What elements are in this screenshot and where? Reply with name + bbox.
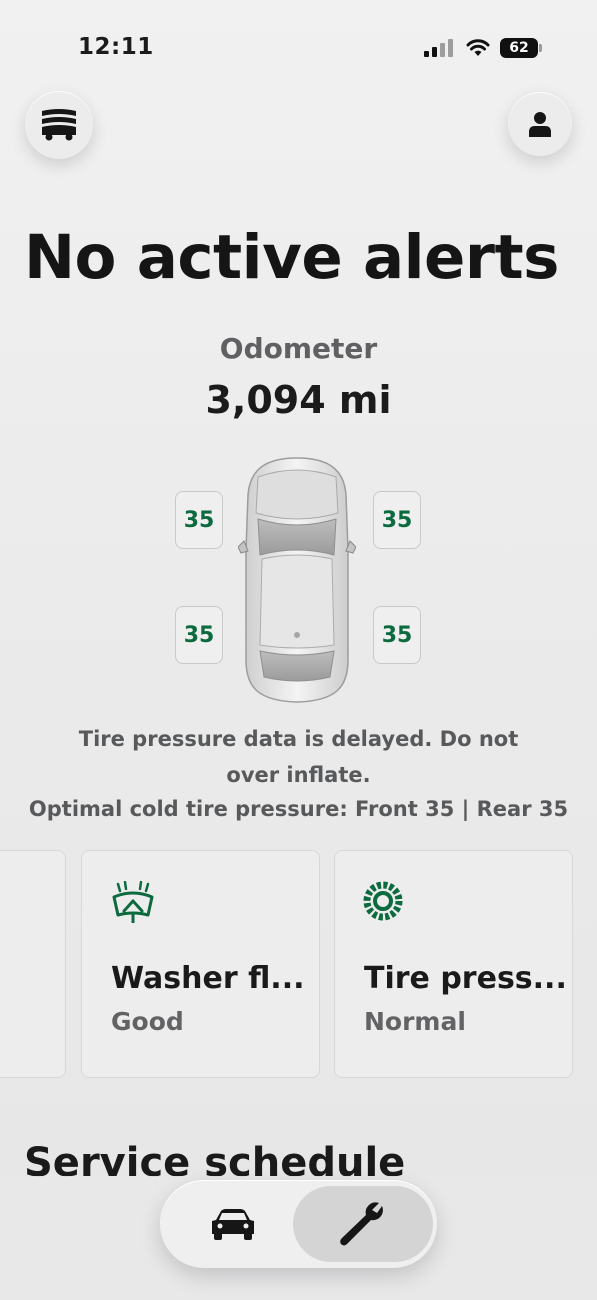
- card-title: Tire press...: [364, 961, 567, 996]
- cellular-signal-icon: [424, 39, 453, 57]
- status-icons: 62: [424, 36, 542, 60]
- windshield-washer-icon: [112, 881, 154, 923]
- person-icon: [529, 112, 551, 137]
- wrench-icon: [340, 1202, 383, 1246]
- car-top-view-image: [238, 457, 356, 703]
- alerts-headline: No active alerts: [24, 222, 559, 293]
- washer-fluid-card[interactable]: Washer fl... Good: [81, 850, 320, 1078]
- tire-notice-line-2: over inflate.: [226, 763, 371, 787]
- card-title: Washer fl...: [111, 961, 305, 996]
- car-icon: [212, 1209, 254, 1240]
- tire-pressure-rear-left: 35: [175, 606, 223, 664]
- optimal-pressure-text: Optimal cold tire pressure: Front 35 | R…: [28, 797, 569, 821]
- tire-pressure-rear-right: 35: [373, 606, 421, 664]
- tab-service[interactable]: [293, 1186, 433, 1262]
- status-card-partial[interactable]: [0, 850, 66, 1078]
- tire-pressure-front-left: 35: [175, 491, 223, 549]
- battery-indicator: 62: [500, 38, 542, 58]
- odometer-value: 3,094 mi: [205, 378, 392, 422]
- odometer-label: Odometer: [219, 332, 378, 365]
- tire-pressure-card[interactable]: Tire press... Normal: [334, 850, 573, 1078]
- tire-icon: [363, 881, 403, 921]
- tab-vehicle[interactable]: [173, 1188, 293, 1260]
- garage-icon: [42, 109, 76, 141]
- tire-pressure-front-right: 35: [373, 491, 421, 549]
- status-time: 12:11: [78, 34, 154, 60]
- wifi-icon: [466, 39, 490, 56]
- card-status: Normal: [364, 1007, 466, 1036]
- tire-notice-line-1: Tire pressure data is delayed. Do not: [78, 727, 519, 751]
- garage-button[interactable]: [25, 91, 93, 159]
- card-status: Good: [111, 1007, 184, 1036]
- profile-button[interactable]: [508, 92, 572, 156]
- battery-level: 62: [509, 40, 529, 56]
